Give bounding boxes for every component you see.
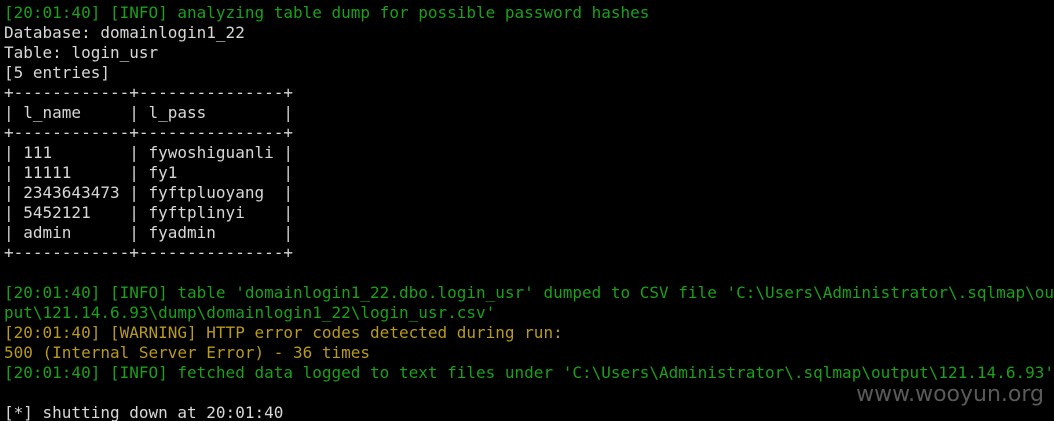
table-row: | 2343643473 | fyftpluoyang | (4, 183, 293, 202)
log-line-warning-http: [20:01:40] [WARNING] HTTP error codes de… (4, 323, 563, 342)
table-row: | 111 | fywoshiguanli | (4, 143, 293, 162)
table-row: | admin | fyadmin | (4, 223, 293, 242)
database-name-line: Database: domainlogin1_22 (4, 23, 245, 42)
table-header-row: | l_name | l_pass | (4, 103, 293, 122)
table-name-line: Table: login_usr (4, 43, 159, 62)
table-border-header: +------------+---------------+ (4, 123, 293, 142)
table-row: | 11111 | fy1 | (4, 163, 293, 182)
terminal-window[interactable]: [20:01:40] [INFO] analyzing table dump f… (0, 0, 1054, 421)
log-line-info-dumped: [20:01:40] [INFO] table 'domainlogin1_22… (4, 283, 1054, 302)
table-border-top: +------------+---------------+ (4, 83, 293, 102)
shutdown-line: [*] shutting down at 20:01:40 (4, 403, 284, 421)
log-line-warning-detail: 500 (Internal Server Error) - 36 times (4, 343, 371, 362)
log-line-info-analyzing: [20:01:40] [INFO] analyzing table dump f… (4, 3, 650, 22)
watermark-text: www.wooyun.org (856, 382, 1044, 407)
table-border-bottom: +------------+---------------+ (4, 243, 293, 262)
entries-count-line: [5 entries] (4, 63, 110, 82)
log-line-info-dumped-continued: put\121.14.6.93\dump\domainlogin1_22\log… (4, 303, 496, 322)
table-row: | 5452121 | fyftplinyi | (4, 203, 293, 222)
